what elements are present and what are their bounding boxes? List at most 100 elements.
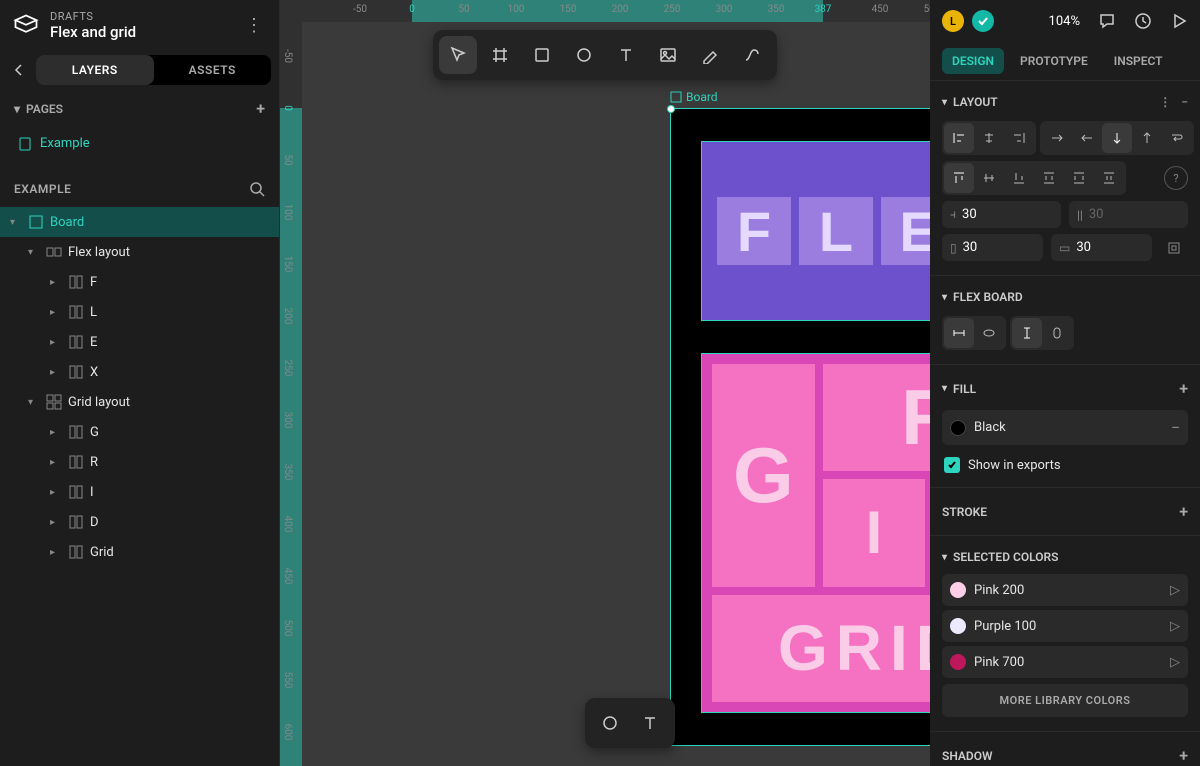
chevron-down-icon[interactable]: ▾ bbox=[28, 247, 40, 258]
justify-start-icon[interactable] bbox=[1034, 163, 1064, 193]
padding-h-input[interactable]: ▭30 bbox=[1051, 234, 1152, 261]
flex-cell-l[interactable]: L bbox=[799, 197, 873, 265]
align-center-h-icon[interactable] bbox=[974, 123, 1004, 153]
layer-grid-layout[interactable]: ▾ Grid layout bbox=[0, 387, 279, 417]
layer-e[interactable]: ▸E bbox=[0, 327, 279, 357]
add-fill-icon[interactable]: + bbox=[1179, 379, 1188, 398]
tab-assets[interactable]: ASSETS bbox=[154, 55, 272, 85]
chevron-down-icon[interactable]: ▾ bbox=[10, 217, 22, 228]
grid-cell-i[interactable]: I bbox=[823, 479, 926, 586]
chevron-right-icon[interactable]: ▸ bbox=[50, 487, 62, 498]
chevron-right-icon[interactable]: ▸ bbox=[50, 517, 62, 528]
search-icon[interactable] bbox=[249, 181, 265, 197]
fill-color[interactable]: Black − bbox=[942, 410, 1188, 445]
align-top-icon[interactable] bbox=[944, 163, 974, 193]
color-item[interactable]: Pink 700▷ bbox=[942, 646, 1188, 678]
canvas[interactable]: -50 0 50 100 150 200 250 300 350 387 450… bbox=[280, 0, 930, 766]
play-icon[interactable] bbox=[1170, 12, 1188, 30]
tab-design[interactable]: DESIGN bbox=[942, 48, 1004, 74]
frame-tool[interactable] bbox=[481, 36, 519, 74]
chevron-down-icon[interactable]: ▾ bbox=[942, 97, 947, 108]
grid-cell-grid[interactable]: GRID bbox=[712, 595, 930, 702]
align-right-icon[interactable] bbox=[1004, 123, 1034, 153]
chevron-right-icon[interactable]: ▸ bbox=[50, 457, 62, 468]
flex-cell-e[interactable]: E bbox=[881, 197, 930, 265]
comment-icon[interactable] bbox=[1098, 12, 1116, 30]
color-item[interactable]: Purple 100▷ bbox=[942, 610, 1188, 642]
tab-layers[interactable]: LAYERS bbox=[36, 55, 154, 85]
row-gap-input[interactable]: ⫞30 bbox=[942, 201, 1061, 228]
chevron-right-icon[interactable]: ▸ bbox=[50, 367, 62, 378]
chevron-right-icon[interactable]: ▸ bbox=[50, 277, 62, 288]
color-item[interactable]: Pink 200▷ bbox=[942, 574, 1188, 606]
zoom-level[interactable]: 104% bbox=[1049, 14, 1080, 29]
height-fixed-icon[interactable] bbox=[1012, 318, 1042, 348]
dir-wrap-icon[interactable] bbox=[1162, 123, 1192, 153]
tab-prototype[interactable]: PROTOTYPE bbox=[1010, 48, 1098, 74]
dir-left-icon[interactable] bbox=[1072, 123, 1102, 153]
chevron-down-icon[interactable]: ▾ bbox=[942, 292, 947, 303]
grid-cell-g[interactable]: G bbox=[712, 364, 815, 587]
align-left-icon[interactable] bbox=[944, 123, 974, 153]
more-icon[interactable]: ⋮ bbox=[1159, 95, 1171, 109]
justify-between-icon[interactable] bbox=[1064, 163, 1094, 193]
history-icon[interactable] bbox=[1134, 12, 1152, 30]
back-icon[interactable] bbox=[8, 55, 30, 85]
chevron-down-icon[interactable]: ▾ bbox=[942, 383, 947, 394]
chevron-right-icon[interactable]: ▸ bbox=[50, 337, 62, 348]
grid-layout-box[interactable]: G R I D GRID bbox=[701, 353, 930, 713]
chevron-down-icon[interactable]: ▾ bbox=[14, 102, 20, 116]
layer-g[interactable]: ▸G bbox=[0, 417, 279, 447]
chevron-down-icon[interactable]: ▾ bbox=[28, 397, 40, 408]
remove-fill-icon[interactable]: − bbox=[1171, 418, 1180, 437]
board-name-label[interactable]: Board bbox=[670, 90, 718, 104]
text-tool[interactable] bbox=[633, 706, 667, 740]
layer-flex-layout[interactable]: ▾ Flex layout bbox=[0, 237, 279, 267]
shape-tool[interactable] bbox=[593, 706, 627, 740]
dir-right-icon[interactable] bbox=[1042, 123, 1072, 153]
chevron-right-icon[interactable]: ▸ bbox=[50, 547, 62, 558]
dir-up-icon[interactable] bbox=[1132, 123, 1162, 153]
align-center-v-icon[interactable] bbox=[974, 163, 1004, 193]
sync-status-icon[interactable] bbox=[972, 10, 994, 32]
padding-v-input[interactable]: ▯30 bbox=[942, 234, 1043, 261]
layer-d[interactable]: ▸D bbox=[0, 507, 279, 537]
board-canvas[interactable]: F L E X G R I D GRID bbox=[670, 108, 930, 746]
user-avatar[interactable]: L bbox=[942, 10, 964, 32]
color-swatch[interactable] bbox=[950, 420, 966, 436]
layer-gridword[interactable]: ▸Grid bbox=[0, 537, 279, 567]
width-fixed-icon[interactable] bbox=[944, 318, 974, 348]
select-color-icon[interactable]: ▷ bbox=[1170, 583, 1180, 598]
add-shadow-icon[interactable]: + bbox=[1179, 746, 1188, 765]
layer-board[interactable]: ▾ Board bbox=[0, 207, 279, 237]
chevron-right-icon[interactable]: ▸ bbox=[50, 427, 62, 438]
height-hug-icon[interactable] bbox=[1042, 318, 1072, 348]
add-page-icon[interactable]: + bbox=[256, 99, 265, 118]
col-gap-input[interactable]: ||30 bbox=[1069, 201, 1188, 228]
image-tool[interactable] bbox=[649, 36, 687, 74]
collapse-icon[interactable]: − bbox=[1181, 95, 1188, 109]
text-tool[interactable] bbox=[607, 36, 645, 74]
chevron-down-icon[interactable]: ▾ bbox=[942, 552, 947, 563]
flex-layout-box[interactable]: F L E X bbox=[701, 141, 930, 321]
select-color-icon[interactable]: ▷ bbox=[1170, 655, 1180, 670]
padding-expand-icon[interactable] bbox=[1160, 234, 1188, 261]
grid-cell-r[interactable]: R bbox=[823, 364, 930, 471]
layer-x[interactable]: ▸X bbox=[0, 357, 279, 387]
layer-r[interactable]: ▸R bbox=[0, 447, 279, 477]
dir-down-icon[interactable] bbox=[1102, 123, 1132, 153]
layer-f[interactable]: ▸F bbox=[0, 267, 279, 297]
justify-around-icon[interactable] bbox=[1094, 163, 1124, 193]
select-color-icon[interactable]: ▷ bbox=[1170, 619, 1180, 634]
page-item-example[interactable]: Example bbox=[0, 128, 279, 159]
align-bottom-icon[interactable] bbox=[1004, 163, 1034, 193]
more-library-colors-button[interactable]: MORE LIBRARY COLORS bbox=[942, 684, 1188, 717]
tab-inspect[interactable]: INSPECT bbox=[1104, 48, 1173, 74]
help-icon[interactable]: ? bbox=[1164, 166, 1188, 190]
show-exports-checkbox[interactable] bbox=[944, 457, 960, 473]
pen-tool[interactable] bbox=[691, 36, 729, 74]
width-hug-icon[interactable] bbox=[974, 318, 1004, 348]
selection-handle[interactable] bbox=[667, 105, 675, 113]
app-logo[interactable] bbox=[12, 12, 40, 40]
rectangle-tool[interactable] bbox=[523, 36, 561, 74]
